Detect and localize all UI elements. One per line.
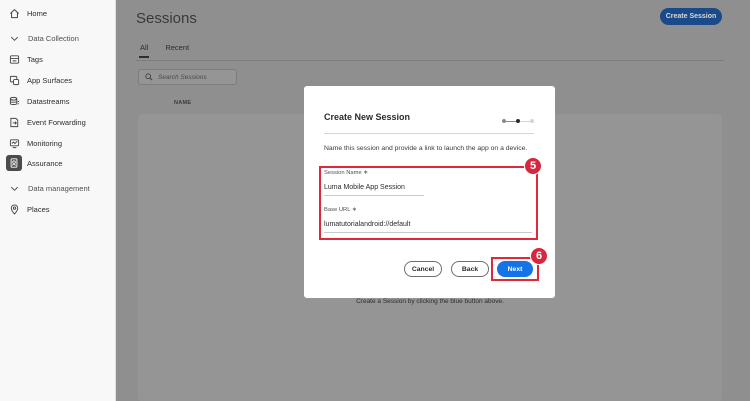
dialog-title: Create New Session [324, 112, 411, 122]
app-surfaces-icon [8, 74, 20, 86]
sidebar-item-label: Places [27, 204, 50, 214]
chevron-down-icon [8, 182, 20, 194]
highlight-fields-box [319, 166, 538, 240]
sidebar-item-label: Datastreams [27, 96, 70, 106]
sidebar-item-label: Monitoring [27, 138, 63, 148]
cancel-button[interactable]: Cancel [404, 261, 442, 277]
sidebar-item-label: App Surfaces [27, 75, 73, 85]
page-title: Sessions [136, 10, 197, 27]
monitoring-icon [8, 137, 20, 149]
sidebar-item-tags[interactable]: Tags [0, 49, 116, 69]
search-placeholder: Search Sessions [158, 73, 207, 81]
create-session-button[interactable]: Create Session [660, 8, 722, 25]
sidebar-section-label: Data management [28, 183, 90, 193]
tab-bar: All Recent [138, 43, 189, 58]
sidebar-item-assurance[interactable]: Assurance [0, 153, 116, 173]
assurance-icon [6, 155, 22, 171]
chevron-down-icon [8, 32, 20, 44]
tab-divider [136, 60, 724, 61]
tab-all[interactable]: All [138, 43, 150, 58]
sidebar-item-datastreams[interactable]: Datastreams [0, 91, 116, 111]
step-connector [506, 120, 516, 122]
sidebar-item-label: Assurance [27, 158, 63, 168]
back-button[interactable]: Back [451, 261, 489, 277]
sidebar-item-app-surfaces[interactable]: App Surfaces [0, 70, 116, 90]
tab-recent[interactable]: Recent [165, 43, 189, 52]
sidebar-section-data-management[interactable]: Data management [0, 178, 116, 198]
step-indicator [502, 119, 534, 125]
sidebar-item-label: Home [27, 8, 48, 18]
empty-state-message: Create a Session by clicking the blue bu… [356, 298, 504, 305]
step-dot-3 [530, 119, 534, 123]
sidebar-section-data-collection[interactable]: Data Collection [0, 28, 116, 48]
step-connector [520, 120, 530, 122]
sidebar-item-places[interactable]: Places [0, 199, 116, 219]
callout-badge-5: 5 [524, 157, 542, 175]
sidebar-item-label: Event Forwarding [27, 117, 86, 127]
dialog-description: Name this session and provide a link to … [324, 145, 528, 152]
location-pin-icon [8, 203, 20, 215]
tags-icon [8, 53, 20, 65]
sidebar-item-home[interactable]: Home [0, 3, 116, 23]
event-forwarding-icon [8, 116, 20, 128]
search-input[interactable]: Search Sessions [138, 69, 237, 85]
sidebar-item-monitoring[interactable]: Monitoring [0, 133, 116, 153]
datastreams-icon [8, 95, 20, 107]
callout-badge-6: 6 [530, 247, 548, 265]
home-icon [8, 7, 20, 19]
sidebar: Home Data Collection Tags App Surfaces D… [0, 0, 116, 401]
column-header-name[interactable]: NAME [174, 100, 191, 106]
dialog-divider [324, 133, 534, 134]
search-icon [145, 73, 153, 81]
sidebar-section-label: Data Collection [28, 33, 79, 43]
sidebar-item-label: Tags [27, 54, 43, 64]
sidebar-item-event-forwarding[interactable]: Event Forwarding [0, 112, 116, 132]
